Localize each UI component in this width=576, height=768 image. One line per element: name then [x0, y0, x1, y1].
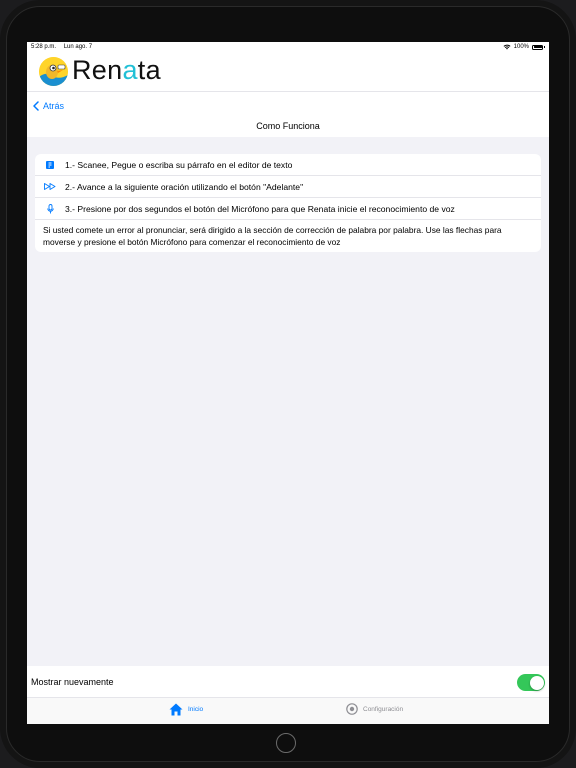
battery-icon — [532, 44, 543, 50]
tab-configuracion-label: Configuración — [363, 705, 404, 713]
app-screen: 5:28 p.m. Lun ago. 7 100% Renata Atrás C… — [27, 42, 549, 724]
error-correction-note: Si usted comete un error al pronunciar, … — [43, 225, 502, 247]
status-bar: 5:28 p.m. Lun ago. 7 100% — [27, 42, 549, 53]
home-button[interactable] — [276, 733, 296, 753]
show-again-label: Mostrar nuevamente — [31, 677, 114, 687]
instructions-card: 1.- Scanee, Pegue o escriba su párrafo e… — [35, 154, 541, 252]
app-logo-text: Renata — [72, 55, 161, 85]
tab-inicio-label: Inicio — [188, 706, 204, 713]
list-item-step-1: 1.- Scanee, Pegue o escriba su párrafo e… — [35, 154, 541, 176]
list-item-step-3: 3.- Presione por dos segundos el botón d… — [35, 198, 541, 220]
battery-percent: 100% — [513, 44, 529, 50]
microphone-icon — [46, 203, 54, 213]
status-date: Lun ago. 7 — [63, 44, 93, 50]
battery-tip — [544, 46, 545, 48]
show-again-toggle[interactable] — [517, 674, 545, 691]
ipad-device-frame: 5:28 p.m. Lun ago. 7 100% Renata Atrás C… — [0, 0, 576, 768]
toggle-knob — [529, 675, 544, 690]
tab-inicio[interactable]: Inicio — [169, 703, 203, 716]
list-item-step-2: 2.- Avance a la siguiente oración utiliz… — [35, 176, 541, 198]
wifi-icon — [503, 44, 511, 50]
step-3-text: 3.- Presione por dos segundos el botón d… — [65, 203, 455, 214]
navigation-bar: Atrás Como Funciona — [27, 92, 549, 137]
step-2-text: 2.- Avance a la siguiente oración utiliz… — [65, 181, 304, 192]
show-again-row: Mostrar nuevamente — [27, 666, 549, 698]
back-button[interactable]: Atrás — [33, 101, 64, 111]
back-button-label: Atrás — [43, 101, 65, 111]
document-icon — [46, 160, 54, 169]
status-time: 5:28 p.m. — [31, 44, 57, 50]
tab-bar: Inicio Configuración — [27, 698, 549, 724]
chevron-left-icon — [33, 101, 39, 111]
step-1-text: 1.- Scanee, Pegue o escriba su párrafo e… — [65, 159, 293, 170]
bird-logo-icon — [39, 57, 68, 86]
app-header: Renata — [27, 53, 549, 92]
tab-configuracion[interactable]: Configuración — [346, 703, 403, 715]
page-title: Como Funciona — [256, 121, 320, 131]
fast-forward-icon — [44, 183, 56, 190]
gear-icon — [346, 703, 358, 715]
home-icon — [169, 703, 183, 716]
